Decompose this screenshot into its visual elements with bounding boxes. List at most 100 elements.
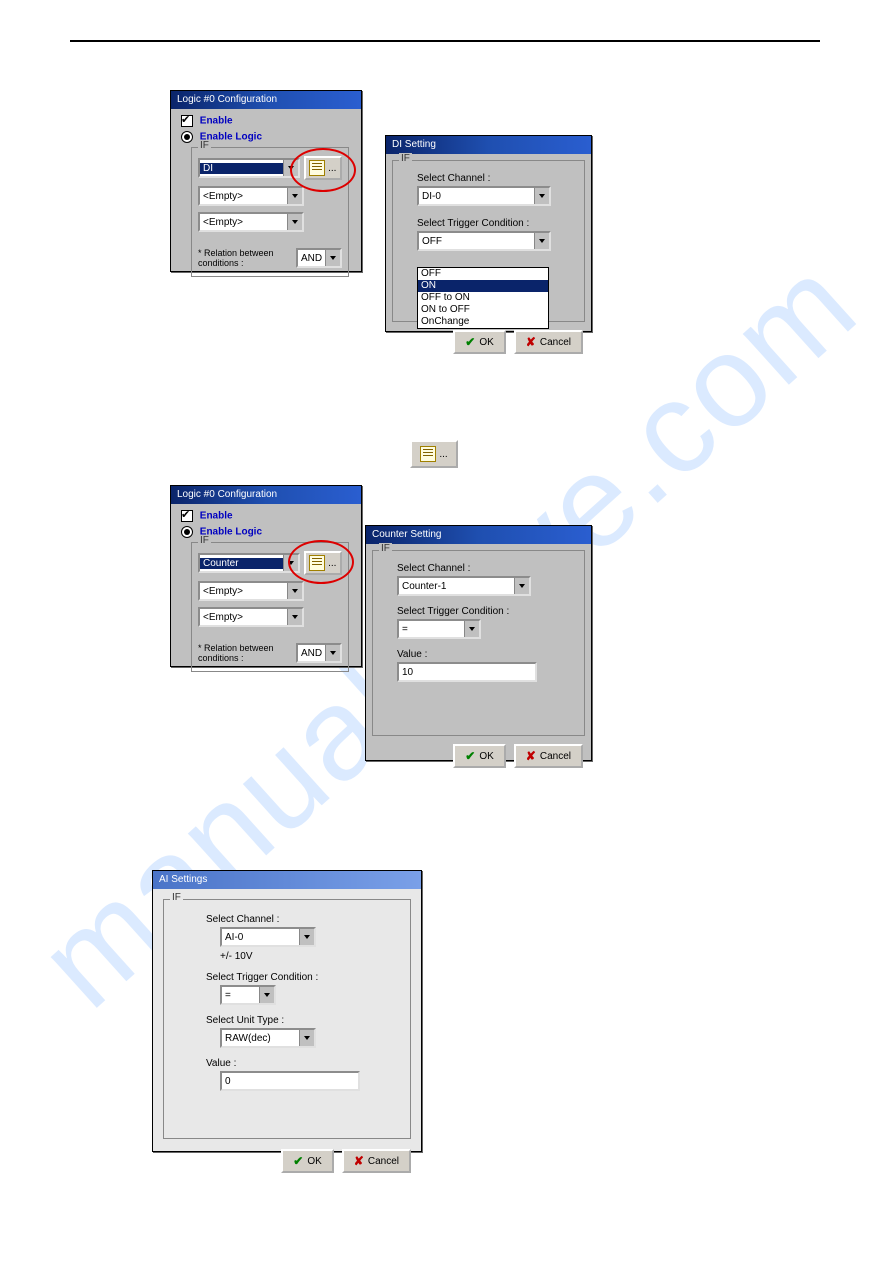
ai-sel-channel-label: Select Channel : xyxy=(206,914,398,925)
ai-settings-title: AI Settings xyxy=(153,871,421,889)
relation-combo-2[interactable]: AND xyxy=(296,643,342,663)
standalone-settings-button[interactable]: ... xyxy=(410,440,458,468)
cond1-arrow[interactable] xyxy=(283,160,298,176)
check-icon: ✔ xyxy=(465,335,475,349)
enable-checkbox-2[interactable] xyxy=(181,510,193,522)
sheet-icon xyxy=(309,160,325,176)
enable-label: Enable xyxy=(200,116,233,127)
cs-cancel-button[interactable]: ✘Cancel xyxy=(514,744,583,768)
ai-channel-combo[interactable]: AI-0 xyxy=(220,927,316,947)
cs-channel-text: Counter-1 xyxy=(399,581,514,592)
x-icon: ✘ xyxy=(526,749,536,763)
dropdown-item-offon[interactable]: OFF to ON xyxy=(418,292,548,304)
sheet-icon xyxy=(309,555,325,571)
ai-unit-combo[interactable]: RAW(dec) xyxy=(220,1028,316,1048)
cond3-arrow-2[interactable] xyxy=(287,609,302,625)
cs-trigger-arrow[interactable] xyxy=(464,621,479,637)
cond3-combo-2[interactable]: <Empty> xyxy=(198,607,304,627)
dots-icon: ... xyxy=(439,449,447,460)
cs-value-label: Value : xyxy=(397,649,574,660)
cs-ok-button[interactable]: ✔OK xyxy=(453,744,506,768)
ai-unit-text: RAW(dec) xyxy=(222,1033,299,1044)
ai-unit-arrow[interactable] xyxy=(299,1030,314,1046)
enable-logic-radio-2[interactable] xyxy=(181,526,193,538)
ai-ok-button[interactable]: ✔OK xyxy=(281,1149,334,1173)
dropdown-item-on[interactable]: ON xyxy=(418,280,548,292)
ai-ok-label: OK xyxy=(307,1156,321,1167)
relation-text-2: AND xyxy=(298,648,325,659)
logic-config-dialog-1: Logic #0 Configuration Enable Enable Log… xyxy=(170,90,362,272)
relation-combo[interactable]: AND xyxy=(296,248,342,268)
cond1-arrow-2[interactable] xyxy=(283,555,298,571)
counter-setting-dialog: Counter Setting IF Select Channel : Coun… xyxy=(365,525,592,761)
cs-ok-label: OK xyxy=(479,751,493,762)
cond1-combo-2[interactable]: Counter xyxy=(198,553,300,573)
relation-label-2: * Relation between conditions : xyxy=(198,643,292,663)
di-cancel-button[interactable]: ✘Cancel xyxy=(514,330,583,354)
cond1-combo[interactable]: DI xyxy=(198,158,300,178)
cond3-text: <Empty> xyxy=(200,217,287,228)
cond1-text-2: Counter xyxy=(200,558,283,569)
cond3-combo[interactable]: <Empty> xyxy=(198,212,304,232)
cond1-text: DI xyxy=(200,163,283,174)
ai-settings-dialog: AI Settings IF Select Channel : AI-0 +/-… xyxy=(152,870,422,1152)
di-setting-title: DI Setting xyxy=(386,136,591,154)
ai-channel-text: AI-0 xyxy=(222,932,299,943)
dropdown-item-onchange[interactable]: OnChange xyxy=(418,316,548,328)
di-cancel-label: Cancel xyxy=(540,337,571,348)
header-rule xyxy=(70,40,820,42)
cs-trigger-combo[interactable]: = xyxy=(397,619,481,639)
ai-channel-arrow[interactable] xyxy=(299,929,314,945)
ai-trigger-combo[interactable]: = xyxy=(220,985,276,1005)
cs-channel-arrow[interactable] xyxy=(514,578,529,594)
ai-if-label: IF xyxy=(170,892,183,903)
logic-config-2-title: Logic #0 Configuration xyxy=(171,486,361,504)
di-ok-label: OK xyxy=(479,337,493,348)
relation-label: * Relation between conditions : xyxy=(198,248,292,268)
cond2-text: <Empty> xyxy=(200,191,287,202)
di-channel-combo[interactable]: DI-0 xyxy=(417,186,551,206)
dropdown-item-onoff[interactable]: ON to OFF xyxy=(418,304,548,316)
cs-sel-trigger-label: Select Trigger Condition : xyxy=(397,606,574,617)
if-label-2: IF xyxy=(198,535,211,546)
ai-value-label: Value : xyxy=(206,1058,398,1069)
cs-trigger-text: = xyxy=(399,624,464,635)
cond2-combo[interactable]: <Empty> xyxy=(198,186,304,206)
ai-cancel-button[interactable]: ✘Cancel xyxy=(342,1149,411,1173)
cond2-text-2: <Empty> xyxy=(200,586,287,597)
enable-row-2[interactable]: Enable xyxy=(181,510,351,522)
di-ok-button[interactable]: ✔ OK xyxy=(453,330,506,354)
ai-trigger-text: = xyxy=(222,990,259,1001)
enable-row[interactable]: Enable xyxy=(181,115,351,127)
relation-arrow-2[interactable] xyxy=(325,645,340,661)
cond1-settings-button[interactable]: ... xyxy=(304,156,342,180)
if-label: IF xyxy=(198,140,211,151)
ai-sel-unit-label: Select Unit Type : xyxy=(206,1015,398,1026)
sheet-icon xyxy=(420,446,436,462)
enable-logic-radio[interactable] xyxy=(181,131,193,143)
di-sel-channel-label: Select Channel : xyxy=(417,173,574,184)
cond3-arrow[interactable] xyxy=(287,214,302,230)
dots-icon: ... xyxy=(328,558,336,569)
di-channel-arrow[interactable] xyxy=(534,188,549,204)
di-if-label: IF xyxy=(399,153,412,164)
di-trigger-combo[interactable]: OFF xyxy=(417,231,551,251)
relation-arrow[interactable] xyxy=(325,250,340,266)
di-sel-trigger-label: Select Trigger Condition : xyxy=(417,218,574,229)
ai-trigger-arrow[interactable] xyxy=(259,987,274,1003)
dropdown-item-off[interactable]: OFF xyxy=(418,268,548,280)
di-trigger-dropdown[interactable]: OFF ON OFF to ON ON to OFF OnChange xyxy=(417,267,549,329)
enable-checkbox[interactable] xyxy=(181,115,193,127)
enable-label-2: Enable xyxy=(200,511,233,522)
logic-config-1-title: Logic #0 Configuration xyxy=(171,91,361,109)
dots-icon: ... xyxy=(328,163,336,174)
cond1-settings-button-2[interactable]: ... xyxy=(304,551,342,575)
di-trigger-arrow[interactable] xyxy=(534,233,549,249)
cs-value-text: 10 xyxy=(402,667,413,678)
cs-value-input[interactable]: 10 xyxy=(397,662,537,682)
cond2-arrow[interactable] xyxy=(287,188,302,204)
cs-channel-combo[interactable]: Counter-1 xyxy=(397,576,531,596)
cond2-arrow-2[interactable] xyxy=(287,583,302,599)
ai-value-input[interactable]: 0 xyxy=(220,1071,360,1091)
cond2-combo-2[interactable]: <Empty> xyxy=(198,581,304,601)
